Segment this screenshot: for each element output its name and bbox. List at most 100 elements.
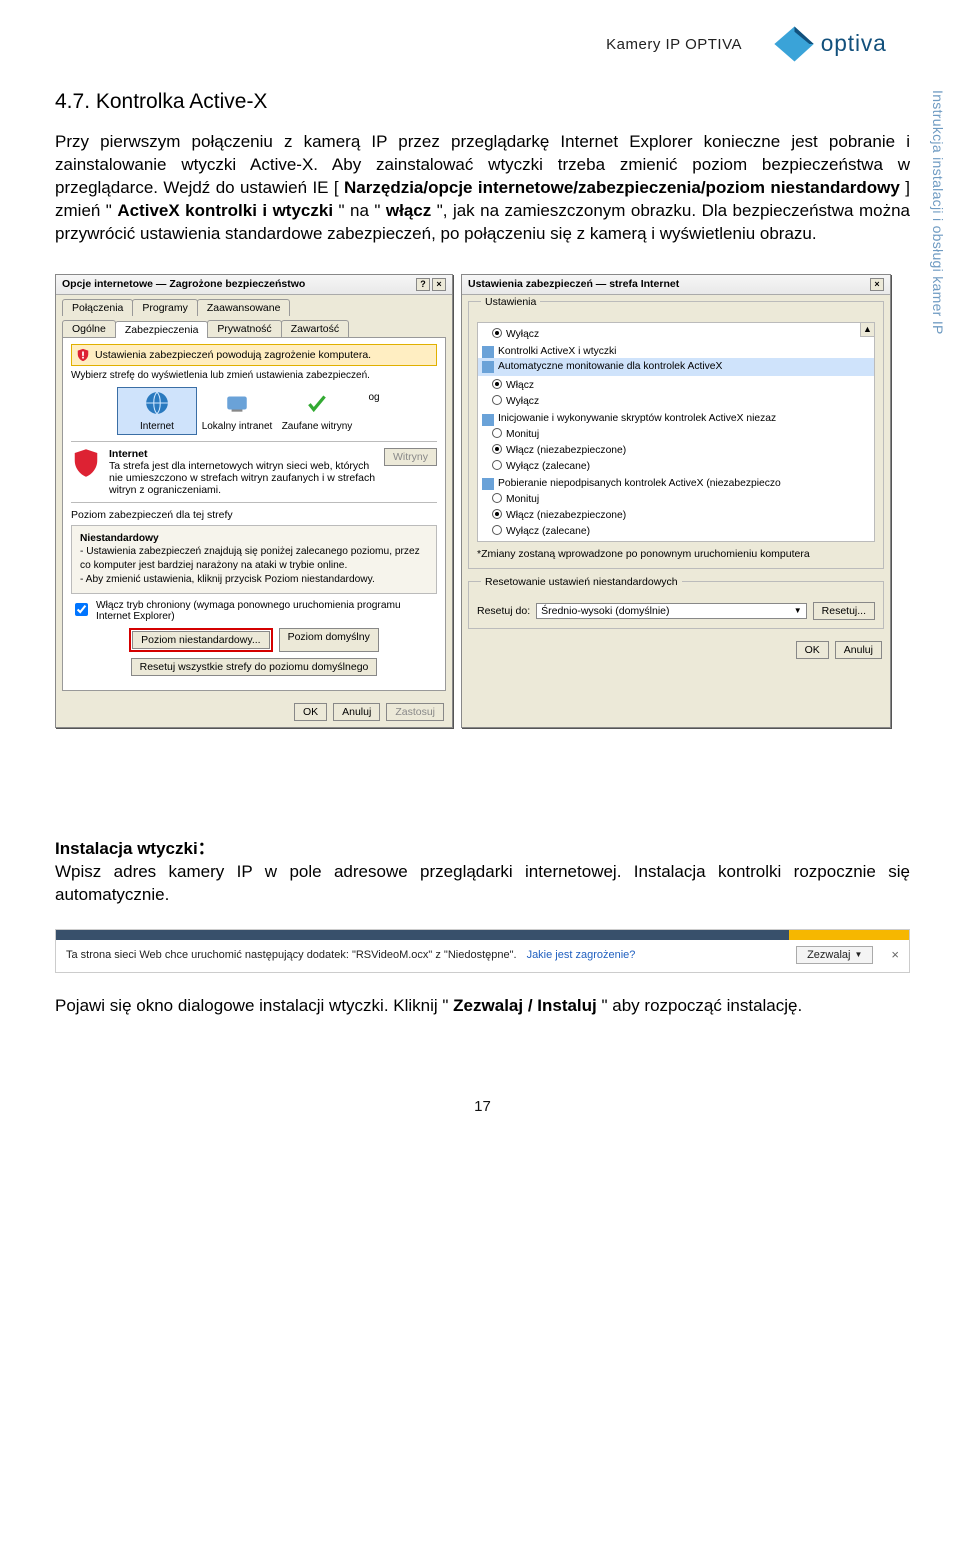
dialog-title: Opcje internetowe — Zagrożone bezpieczeń… xyxy=(62,278,305,290)
opt: Wyłącz (zalecane) xyxy=(506,526,590,537)
sites-button[interactable]: Witryny xyxy=(384,448,437,466)
close-icon[interactable]: × xyxy=(432,278,446,291)
install-text: Wpisz adres kamery IP w pole adresowe pr… xyxy=(55,862,910,904)
txt-b3: włącz xyxy=(386,201,431,220)
trusted-icon xyxy=(304,390,330,416)
close-icon[interactable]: × xyxy=(891,947,899,962)
tab-advanced[interactable]: Zaawansowane xyxy=(197,299,291,316)
opt: Włącz xyxy=(506,380,534,391)
zone-label: Zaufane witryny xyxy=(280,421,354,432)
side-manual-label: Instrukcja instalacji i obsługi kamer IP xyxy=(930,90,946,335)
zone-intranet[interactable]: Lokalny intranet xyxy=(197,387,277,435)
checkbox-label: Włącz tryb chroniony (wymaga ponownego u… xyxy=(96,600,437,622)
reset-label: Resetuj do: xyxy=(477,605,530,617)
scroll-up-icon[interactable]: ▲ xyxy=(860,323,874,337)
tab-general[interactable]: Ogólne xyxy=(62,320,116,337)
level-line: - Ustawienia zabezpieczeń znajdują się p… xyxy=(80,546,420,571)
optiva-logo-icon: optiva xyxy=(770,20,910,68)
close-icon[interactable]: × xyxy=(870,278,884,291)
shield-warning-icon xyxy=(76,348,90,362)
allow-button[interactable]: Zezwalaj ▼ xyxy=(796,946,873,964)
txt-b1: Narzędzia/opcje internetowe/zabezpieczen… xyxy=(344,178,900,197)
activex-icon xyxy=(482,414,494,426)
cancel-button[interactable]: Anuluj xyxy=(333,703,380,721)
ok-button[interactable]: OK xyxy=(294,703,327,721)
opt: Monituj xyxy=(506,494,539,505)
tab-connections[interactable]: Połączenia xyxy=(62,299,133,316)
level-heading: Poziom zabezpieczeń dla tej strefy xyxy=(71,509,437,521)
chevron-down-icon: ▼ xyxy=(854,950,862,959)
ok-button[interactable]: OK xyxy=(796,641,829,659)
tab-programs[interactable]: Programy xyxy=(132,299,198,316)
level-line: - Aby zmienić ustawienia, kliknij przyci… xyxy=(80,574,375,585)
ie-addon-notification-bar: Ta strona sieci Web chce uruchomić nastę… xyxy=(55,929,910,973)
group-head: Inicjowanie i wykonywanie skryptów kontr… xyxy=(482,412,870,427)
security-settings-dialog: Ustawienia zabezpieczeń — strefa Interne… xyxy=(461,274,891,728)
select-value: Średnio-wysoki (domyślnie) xyxy=(541,605,669,617)
page-number: 17 xyxy=(55,1098,910,1115)
txt-b: Zezwalaj / Instaluj xyxy=(453,996,597,1015)
settings-fieldset: Ustawienia ▲ Wyłącz Kontrolki ActiveX i … xyxy=(468,301,884,569)
dialog-titlebar: Ustawienia zabezpieczeń — strefa Interne… xyxy=(462,275,890,295)
warning-text: Ustawienia zabezpieczeń powodują zagroże… xyxy=(95,349,371,361)
txt: " na " xyxy=(339,201,381,220)
reset-level-select[interactable]: Średnio-wysoki (domyślnie) ▼ xyxy=(536,603,807,619)
install-paragraph: Instalacja wtyczki： Wpisz adres kamery I… xyxy=(55,838,910,907)
checkbox-input[interactable] xyxy=(75,603,88,616)
allow-label: Zezwalaj xyxy=(807,949,850,961)
help-icon[interactable]: ? xyxy=(416,278,430,291)
reset-button[interactable]: Resetuj... xyxy=(813,602,875,620)
dialog-title: Ustawienia zabezpieczeń — strefa Interne… xyxy=(468,278,679,290)
notification-text: Ta strona sieci Web chce uruchomić nastę… xyxy=(66,949,517,961)
zone-restricted[interactable]: og xyxy=(357,387,391,435)
txt: Pojawi się okno dialogowe instalacji wty… xyxy=(55,996,448,1015)
zone-label: Lokalny intranet xyxy=(200,421,274,432)
tab-privacy[interactable]: Prywatność xyxy=(207,320,281,337)
group-head: Pobieranie niepodpisanych kontrolek Acti… xyxy=(482,477,870,492)
opt: Włącz (niezabezpieczone) xyxy=(506,445,626,456)
warning-banner: Ustawienia zabezpieczeń powodują zagroże… xyxy=(71,344,437,366)
apply-button[interactable]: Zastosuj xyxy=(386,703,444,721)
zone-internet[interactable]: Internet xyxy=(117,387,197,435)
txt: " aby rozpocząć instalację. xyxy=(602,996,803,1015)
zone-heading: Internet xyxy=(109,448,148,460)
group-head: Automatyczne monitowanie dla kontrolek A… xyxy=(478,358,874,377)
settings-legend: Ustawienia xyxy=(481,296,540,308)
opt: Wyłącz (zalecane) xyxy=(506,461,590,472)
intro-paragraph: Przy pierwszym połączeniu z kamerą IP pr… xyxy=(55,131,910,246)
zone-label: Internet xyxy=(120,421,194,432)
zone-desc-text: Ta strefa jest dla internetowych witryn … xyxy=(109,460,375,496)
tab-security[interactable]: Zabezpieczenia xyxy=(115,321,209,338)
security-level-box: Niestandardowy - Ustawienia zabezpieczeń… xyxy=(71,525,437,594)
zone-trusted[interactable]: Zaufane witryny xyxy=(277,387,357,435)
tab-content[interactable]: Zawartość xyxy=(281,320,349,337)
custom-level-button[interactable]: Poziom niestandardowy... xyxy=(132,631,269,649)
brand-logo: optiva xyxy=(770,20,910,68)
reset-all-zones-button[interactable]: Resetuj wszystkie strefy do poziomu domy… xyxy=(131,658,378,676)
internet-options-dialog: Opcje internetowe — Zagrożone bezpieczeń… xyxy=(55,274,453,728)
svg-text:optiva: optiva xyxy=(821,30,887,56)
globe-icon xyxy=(144,390,170,416)
reset-legend: Resetowanie ustawień niestandardowych xyxy=(481,576,682,588)
protected-mode-checkbox[interactable]: Włącz tryb chroniony (wymaga ponownego u… xyxy=(71,600,437,622)
highlight-red-box: Poziom niestandardowy... xyxy=(129,628,272,652)
tabs-row-2: Ogólne Zabezpieczenia Prywatność Zawarto… xyxy=(56,316,452,337)
cancel-button[interactable]: Anuluj xyxy=(835,641,882,659)
activex-icon xyxy=(482,361,494,373)
dialog-titlebar: Opcje internetowe — Zagrożone bezpieczeń… xyxy=(56,275,452,295)
level-name: Niestandardowy xyxy=(80,533,159,544)
section-heading: 4.7. Kontrolka Active-X xyxy=(55,90,910,114)
page-header: Kamery IP OPTIVA optiva xyxy=(55,20,910,68)
tabs-row-1: Połączenia Programy Zaawansowane xyxy=(56,295,452,316)
zones-list: Internet Lokalny intranet Zaufane witryn… xyxy=(71,387,437,435)
intranet-icon xyxy=(224,390,250,416)
default-level-button[interactable]: Poziom domyślny xyxy=(279,628,379,652)
restart-footnote: *Zmiany zostaną wprowadzone po ponownym … xyxy=(477,548,875,560)
screenshots-row: Opcje internetowe — Zagrożone bezpieczeń… xyxy=(55,274,910,728)
activex-options-list[interactable]: ▲ Wyłącz Kontrolki ActiveX i wtyczki Aut… xyxy=(477,322,875,542)
reset-fieldset: Resetowanie ustawień niestandardowych Re… xyxy=(468,581,884,629)
opt: Monituj xyxy=(506,429,539,440)
txt-b2: ActiveX kontrolki i wtyczki xyxy=(117,201,333,220)
risk-link[interactable]: Jakie jest zagrożenie? xyxy=(527,949,636,961)
opt: Wyłącz xyxy=(506,396,539,407)
